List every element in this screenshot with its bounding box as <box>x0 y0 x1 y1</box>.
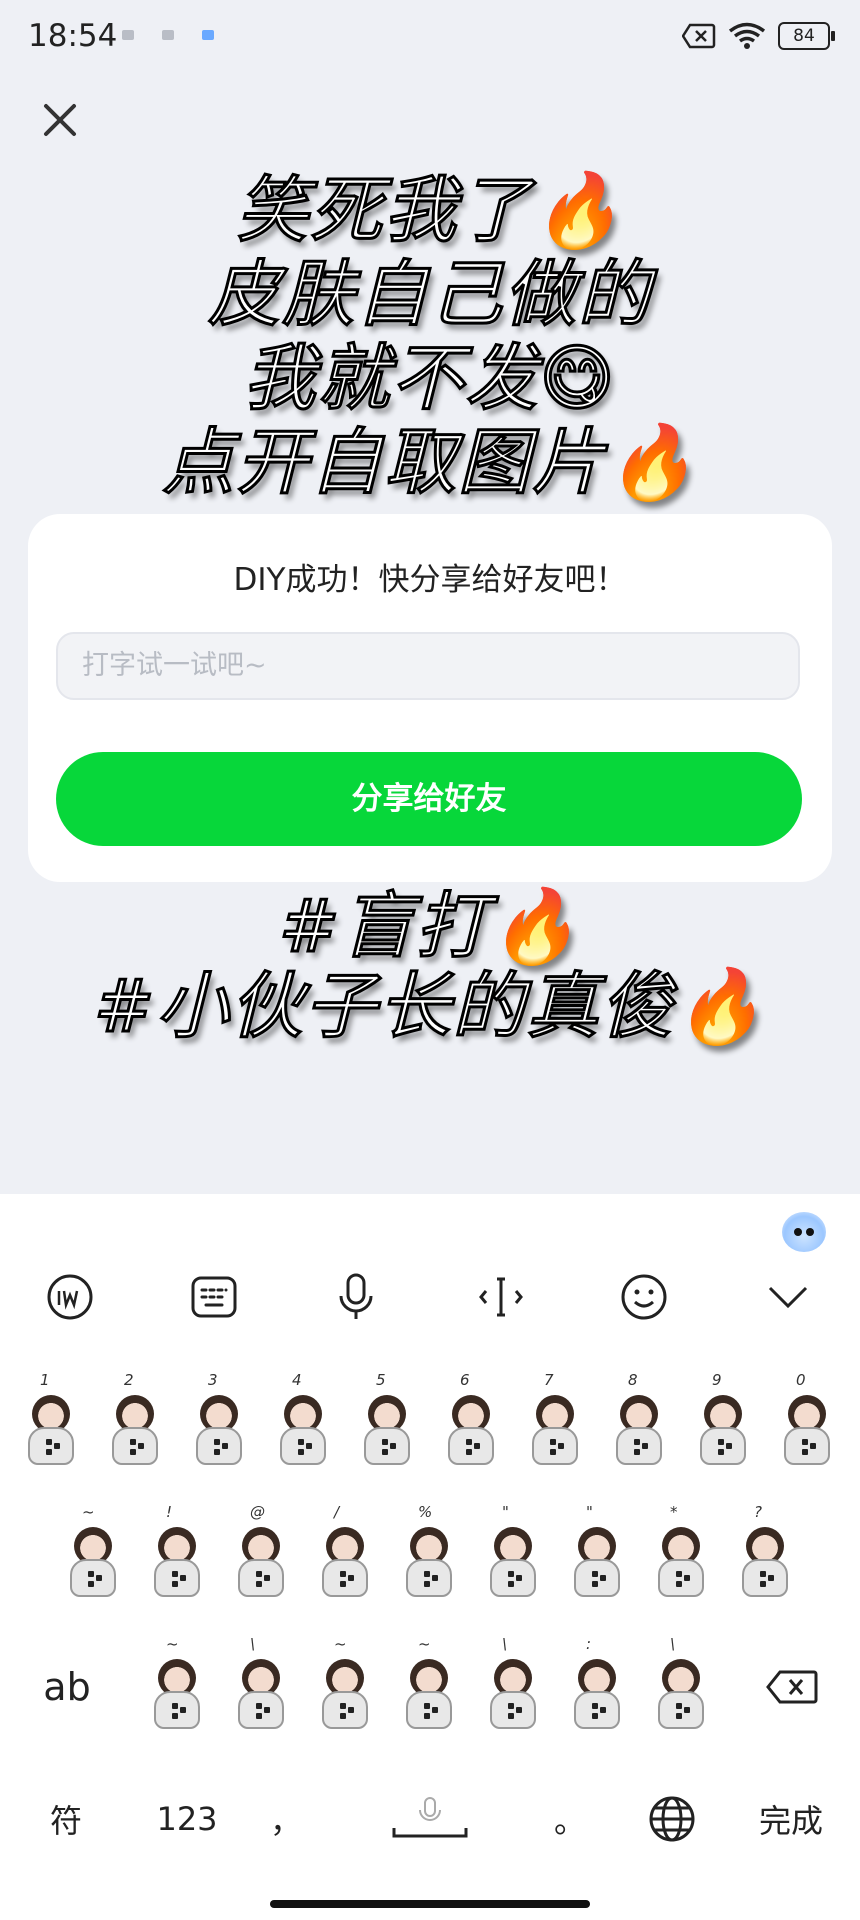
key-label: " <box>586 1503 593 1521</box>
abc-mode-key[interactable]: ab <box>30 1632 104 1742</box>
sticker-key[interactable]: 8 <box>604 1368 674 1478</box>
key-label: % <box>418 1503 433 1521</box>
comma-key[interactable]: ， <box>266 1774 306 1864</box>
card-title: DIY成功！快分享给好友吧！ <box>233 562 627 598</box>
key-label: " <box>502 1503 509 1521</box>
numbers-key[interactable]: 123 <box>144 1774 230 1864</box>
assistant-mascot-icon[interactable] <box>782 1212 826 1252</box>
caption-line: 笑死我了🔥 <box>235 167 624 254</box>
notification-icon <box>162 30 174 40</box>
wifi-icon <box>728 22 766 49</box>
sticker-key[interactable]: 5 <box>352 1368 422 1478</box>
key-row-bottom: 符 123 ， 。 完成 <box>0 1774 860 1864</box>
hashtag-line: #小伙子长的真俊🔥 <box>93 964 766 1048</box>
key-label: 0 <box>796 1371 806 1389</box>
backspace-icon <box>766 1670 818 1704</box>
close-icon[interactable] <box>38 98 82 142</box>
sim-off-icon <box>682 23 716 49</box>
key-label: 1 <box>40 1371 50 1389</box>
keyboard-layout-icon[interactable] <box>174 1252 254 1342</box>
keyboard-toolbar <box>0 1252 860 1342</box>
sticker-key[interactable]: \ <box>646 1632 716 1742</box>
microphone-icon[interactable] <box>316 1252 396 1342</box>
key-label: 8 <box>628 1371 638 1389</box>
sticker-key[interactable]: ~ <box>394 1632 464 1742</box>
hashtag-line: #盲打🔥 <box>278 884 581 968</box>
key-label: 5 <box>376 1371 386 1389</box>
text-input[interactable]: 打字试一试吧~ <box>56 632 800 700</box>
sticker-key[interactable]: 1 <box>16 1368 86 1478</box>
cursor-icon[interactable] <box>461 1252 541 1342</box>
key-label: \ <box>502 1635 508 1653</box>
key-label: 9 <box>712 1371 722 1389</box>
voice-space-icon <box>392 1797 468 1838</box>
hashtags-overlay: #盲打🔥 #小伙子长的真俊🔥 <box>0 884 860 1048</box>
sticker-key[interactable]: 9 <box>688 1368 758 1478</box>
period-key[interactable]: 。 <box>550 1774 590 1864</box>
key-label: @ <box>250 1503 265 1521</box>
sticker-key[interactable]: ~ <box>310 1632 380 1742</box>
sticker-key[interactable]: 2 <box>100 1368 170 1478</box>
status-time: 18:54 <box>28 18 118 54</box>
key-label: ~ <box>334 1635 347 1653</box>
space-key[interactable] <box>380 1774 480 1864</box>
caption-line: 点开自取图片🔥 <box>161 419 698 506</box>
home-indicator[interactable] <box>270 1900 590 1908</box>
symbols-key[interactable]: 符 <box>30 1774 102 1864</box>
key-label: : <box>586 1635 592 1653</box>
key-label: 7 <box>544 1371 554 1389</box>
status-bar: 18:54 84 <box>0 0 860 80</box>
collapse-keyboard-icon[interactable] <box>748 1252 828 1342</box>
sticker-key[interactable]: ! <box>142 1500 212 1610</box>
sticker-key[interactable]: 6 <box>436 1368 506 1478</box>
share-card: DIY成功！快分享给好友吧！ 打字试一试吧~ 分享给好友 <box>28 514 832 882</box>
notification-icon <box>202 30 214 40</box>
caption-overlay: 笑死我了🔥 皮肤自己做的 我就不发😋 点开自取图片🔥 <box>0 167 860 506</box>
sticker-key[interactable]: 0 <box>772 1368 842 1478</box>
sticker-key[interactable]: ? <box>730 1500 800 1610</box>
caption-line: 我就不发😋 <box>242 335 617 422</box>
key-label: ~ <box>82 1503 95 1521</box>
emoji-icon[interactable] <box>604 1252 684 1342</box>
notification-icon <box>122 30 134 40</box>
key-label: * <box>670 1503 678 1521</box>
sticker-key[interactable]: " <box>478 1500 548 1610</box>
key-label: 2 <box>124 1371 134 1389</box>
sticker-key[interactable]: 3 <box>184 1368 254 1478</box>
backspace-key[interactable] <box>752 1632 832 1742</box>
key-label: ? <box>754 1503 762 1521</box>
globe-icon <box>649 1796 695 1842</box>
sticker-key[interactable]: : <box>562 1632 632 1742</box>
key-label: ~ <box>418 1635 431 1653</box>
done-key[interactable]: 完成 <box>748 1774 834 1864</box>
battery-indicator: 84 <box>778 22 835 50</box>
sticker-key[interactable]: 4 <box>268 1368 338 1478</box>
share-button[interactable]: 分享给好友 <box>56 752 802 846</box>
sticker-key[interactable]: ~ <box>58 1500 128 1610</box>
key-label: ~ <box>166 1635 179 1653</box>
caption-line: 皮肤自己做的 <box>206 251 652 338</box>
key-label: / <box>334 1503 340 1521</box>
key-label: 6 <box>460 1371 470 1389</box>
key-label: 4 <box>292 1371 302 1389</box>
sticker-key[interactable]: 7 <box>520 1368 590 1478</box>
sticker-key[interactable]: @ <box>226 1500 296 1610</box>
sticker-key[interactable]: \ <box>478 1632 548 1742</box>
sticker-key[interactable]: " <box>562 1500 632 1610</box>
sticker-key[interactable]: % <box>394 1500 464 1610</box>
sticker-key[interactable]: ~ <box>142 1632 212 1742</box>
language-key[interactable] <box>640 1774 704 1864</box>
sticker-key[interactable]: / <box>310 1500 380 1610</box>
sticker-key[interactable]: * <box>646 1500 716 1610</box>
key-label: \ <box>670 1635 676 1653</box>
handwriting-icon[interactable] <box>30 1252 110 1342</box>
key-label: ! <box>166 1503 173 1521</box>
sticker-key[interactable]: \ <box>226 1632 296 1742</box>
key-label: \ <box>250 1635 256 1653</box>
key-label: 3 <box>208 1371 218 1389</box>
